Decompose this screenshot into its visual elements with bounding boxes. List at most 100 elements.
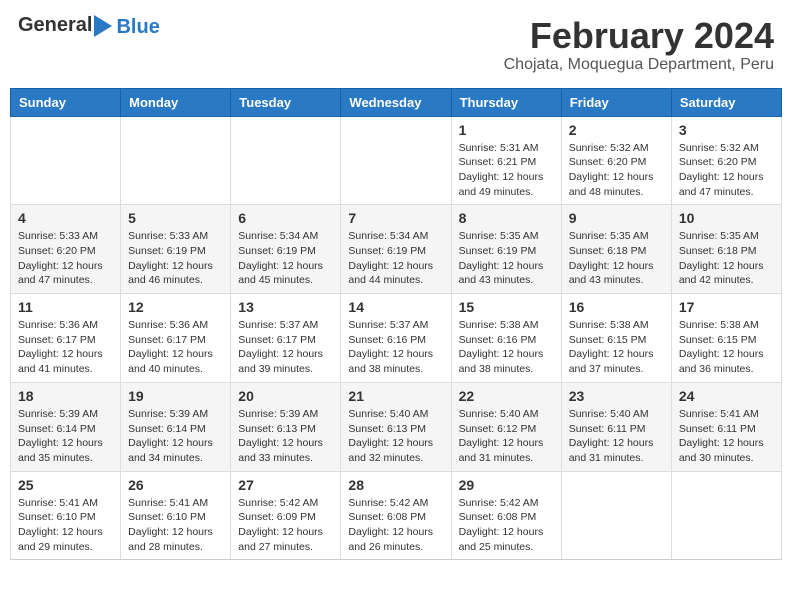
day-number: 28 [348,477,443,493]
day-info: Sunrise: 5:41 AMSunset: 6:11 PMDaylight:… [679,407,774,466]
day-info: Sunrise: 5:38 AMSunset: 6:15 PMDaylight:… [569,318,664,377]
day-info: Sunrise: 5:34 AMSunset: 6:19 PMDaylight:… [238,229,333,288]
day-number: 15 [459,299,554,315]
calendar-header-row: SundayMondayTuesdayWednesdayThursdayFrid… [11,88,782,116]
month-year-title: February 2024 [504,16,774,56]
day-info: Sunrise: 5:37 AMSunset: 6:17 PMDaylight:… [238,318,333,377]
calendar-empty-cell [671,471,781,560]
day-number: 16 [569,299,664,315]
day-info: Sunrise: 5:35 AMSunset: 6:18 PMDaylight:… [679,229,774,288]
day-number: 9 [569,210,664,226]
calendar-week-row: 1Sunrise: 5:31 AMSunset: 6:21 PMDaylight… [11,116,782,205]
calendar-empty-cell [561,471,671,560]
day-number: 17 [679,299,774,315]
day-info: Sunrise: 5:38 AMSunset: 6:16 PMDaylight:… [459,318,554,377]
calendar-day-3: 3Sunrise: 5:32 AMSunset: 6:20 PMDaylight… [671,116,781,205]
day-info: Sunrise: 5:35 AMSunset: 6:19 PMDaylight:… [459,229,554,288]
calendar-day-17: 17Sunrise: 5:38 AMSunset: 6:15 PMDayligh… [671,294,781,383]
calendar-day-13: 13 Sunrise: 5:37 AMSunset: 6:17 PMDayligh… [231,294,341,383]
day-number: 1 [459,122,554,138]
calendar-day-20: 20 Sunrise: 5:39 AMSunset: 6:13 PMDayligh… [231,382,341,471]
day-number: 20 [238,388,333,404]
calendar-day-21: 21 Sunrise: 5:40 AMSunset: 6:13 PMDayligh… [341,382,451,471]
calendar-day-29: 29 Sunrise: 5:42 AMSunset: 6:08 PMDayligh… [451,471,561,560]
calendar-week-row: 18 Sunrise: 5:39 AMSunset: 6:14 PMDayligh… [11,382,782,471]
day-number: 23 [569,388,664,404]
calendar-day-10: 10 Sunrise: 5:35 AMSunset: 6:18 PMDayligh… [671,205,781,294]
day-number: 27 [238,477,333,493]
location-subtitle: Chojata, Moquegua Department, Peru [504,56,774,74]
logo-general: General [18,14,92,37]
day-info: Sunrise: 5:39 AMSunset: 6:14 PMDaylight:… [18,407,113,466]
day-number: 26 [128,477,223,493]
day-number: 12 [128,299,223,315]
calendar-day-2: 2Sunrise: 5:32 AMSunset: 6:20 PMDaylight… [561,116,671,205]
day-number: 8 [459,210,554,226]
day-info: Sunrise: 5:42 AMSunset: 6:08 PMDaylight:… [348,496,443,555]
header: General Blue General Blue February 2024 … [10,10,782,80]
calendar-day-12: 12Sunrise: 5:36 AMSunset: 6:17 PMDayligh… [121,294,231,383]
calendar-day-27: 27 Sunrise: 5:42 AMSunset: 6:09 PMDayligh… [231,471,341,560]
day-info: Sunrise: 5:36 AMSunset: 6:17 PMDaylight:… [18,318,113,377]
day-number: 18 [18,388,113,404]
calendar-day-23: 23Sunrise: 5:40 AMSunset: 6:11 PMDayligh… [561,382,671,471]
day-info: Sunrise: 5:41 AMSunset: 6:10 PMDaylight:… [18,496,113,555]
calendar-day-14: 14 Sunrise: 5:37 AMSunset: 6:16 PMDayligh… [341,294,451,383]
weekday-header-wednesday: Wednesday [341,88,451,116]
day-number: 11 [18,299,113,315]
day-info: Sunrise: 5:40 AMSunset: 6:13 PMDaylight:… [348,407,443,466]
day-info: Sunrise: 5:33 AMSunset: 6:19 PMDaylight:… [128,229,223,288]
calendar-table: SundayMondayTuesdayWednesdayThursdayFrid… [10,88,782,561]
calendar-day-5: 5 Sunrise: 5:33 AMSunset: 6:19 PMDaylight… [121,205,231,294]
logo-arrow-icon [94,15,112,37]
day-info: Sunrise: 5:35 AMSunset: 6:18 PMDaylight:… [569,229,664,288]
calendar-day-28: 28 Sunrise: 5:42 AMSunset: 6:08 PMDayligh… [341,471,451,560]
day-info: Sunrise: 5:42 AMSunset: 6:08 PMDaylight:… [459,496,554,555]
calendar-day-1: 1Sunrise: 5:31 AMSunset: 6:21 PMDaylight… [451,116,561,205]
day-info: Sunrise: 5:39 AMSunset: 6:14 PMDaylight:… [128,407,223,466]
day-number: 2 [569,122,664,138]
day-number: 6 [238,210,333,226]
day-number: 7 [348,210,443,226]
weekday-header-tuesday: Tuesday [231,88,341,116]
day-info: Sunrise: 5:39 AMSunset: 6:13 PMDaylight:… [238,407,333,466]
calendar-day-11: 11 Sunrise: 5:36 AMSunset: 6:17 PMDayligh… [11,294,121,383]
day-number: 24 [679,388,774,404]
day-number: 14 [348,299,443,315]
day-number: 29 [459,477,554,493]
logo: General Blue General Blue [18,16,160,39]
calendar-day-22: 22 Sunrise: 5:40 AMSunset: 6:12 PMDayligh… [451,382,561,471]
weekday-header-thursday: Thursday [451,88,561,116]
day-info: Sunrise: 5:42 AMSunset: 6:09 PMDaylight:… [238,496,333,555]
day-info: Sunrise: 5:33 AMSunset: 6:20 PMDaylight:… [18,229,113,288]
day-number: 4 [18,210,113,226]
day-info: Sunrise: 5:37 AMSunset: 6:16 PMDaylight:… [348,318,443,377]
calendar-empty-cell [121,116,231,205]
calendar-week-row: 25Sunrise: 5:41 AMSunset: 6:10 PMDayligh… [11,471,782,560]
day-number: 22 [459,388,554,404]
calendar-empty-cell [231,116,341,205]
calendar-day-24: 24 Sunrise: 5:41 AMSunset: 6:11 PMDayligh… [671,382,781,471]
day-number: 10 [679,210,774,226]
calendar-week-row: 4 Sunrise: 5:33 AMSunset: 6:20 PMDaylight… [11,205,782,294]
calendar-day-7: 7Sunrise: 5:34 AMSunset: 6:19 PMDaylight… [341,205,451,294]
calendar-day-26: 26Sunrise: 5:41 AMSunset: 6:10 PMDayligh… [121,471,231,560]
weekday-header-sunday: Sunday [11,88,121,116]
day-number: 21 [348,388,443,404]
calendar-day-25: 25Sunrise: 5:41 AMSunset: 6:10 PMDayligh… [11,471,121,560]
calendar-empty-cell [341,116,451,205]
day-info: Sunrise: 5:40 AMSunset: 6:12 PMDaylight:… [459,407,554,466]
day-number: 5 [128,210,223,226]
calendar-day-8: 8 Sunrise: 5:35 AMSunset: 6:19 PMDaylight… [451,205,561,294]
weekday-header-saturday: Saturday [671,88,781,116]
day-number: 3 [679,122,774,138]
calendar-day-4: 4 Sunrise: 5:33 AMSunset: 6:20 PMDaylight… [11,205,121,294]
calendar-day-16: 16 Sunrise: 5:38 AMSunset: 6:15 PMDayligh… [561,294,671,383]
calendar-day-6: 6 Sunrise: 5:34 AMSunset: 6:19 PMDaylight… [231,205,341,294]
title-section: February 2024 Chojata, Moquegua Departme… [504,16,774,74]
day-number: 13 [238,299,333,315]
logo-blue: Blue [116,16,159,38]
calendar-day-18: 18 Sunrise: 5:39 AMSunset: 6:14 PMDayligh… [11,382,121,471]
calendar-day-19: 19Sunrise: 5:39 AMSunset: 6:14 PMDayligh… [121,382,231,471]
weekday-header-friday: Friday [561,88,671,116]
